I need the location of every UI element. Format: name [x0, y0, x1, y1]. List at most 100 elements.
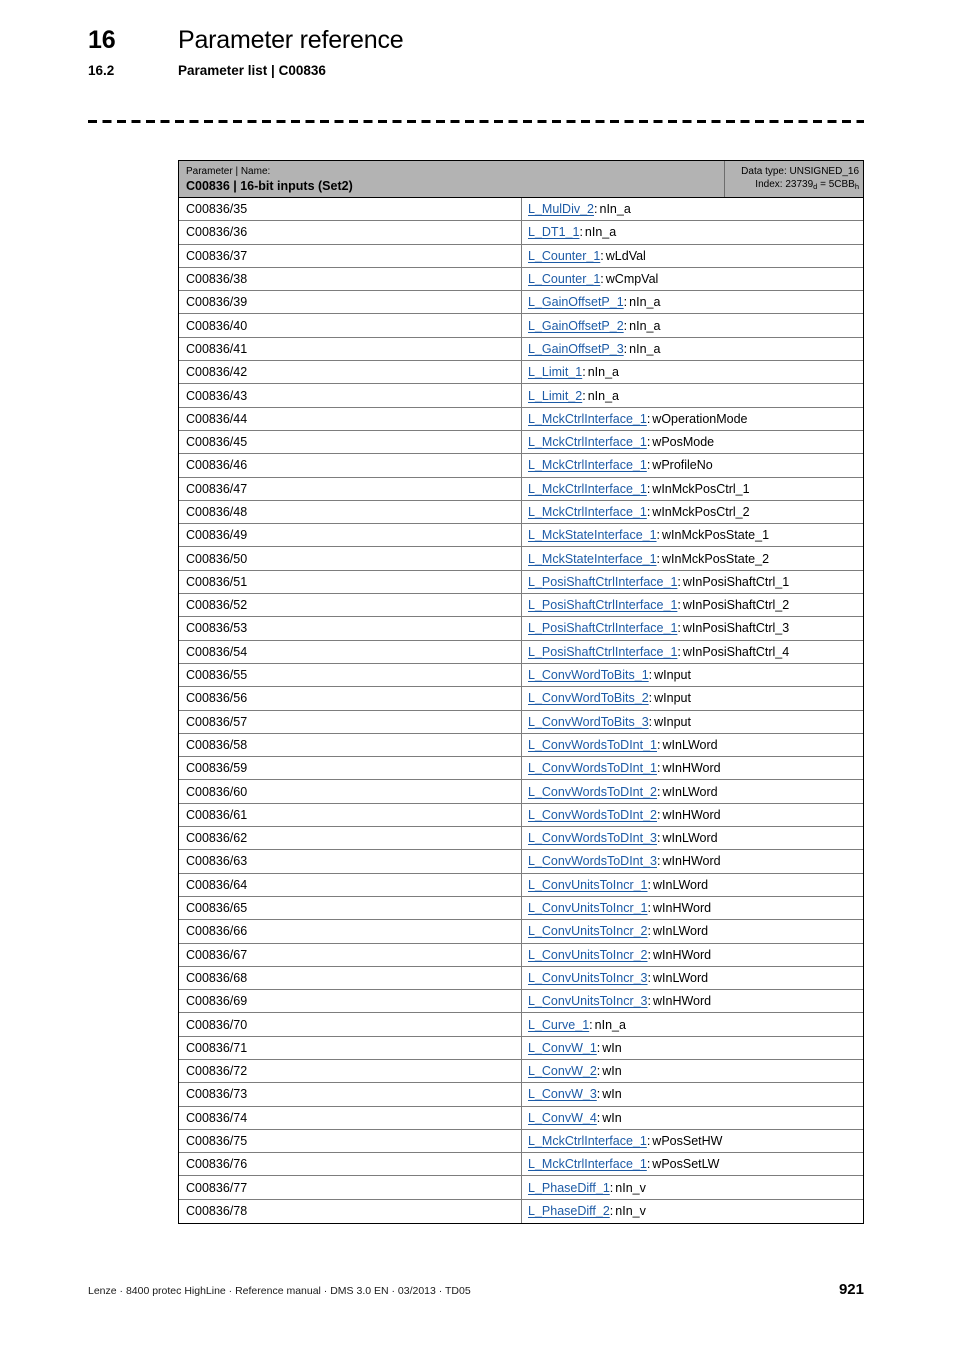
parameter-name-cell: L_MckCtrlInterface_1: wInMckPosCtrl_1	[522, 478, 863, 500]
table-row: C00836/72 L_ConvW_2: wIn	[179, 1059, 863, 1084]
port-name: wLdVal	[605, 248, 646, 263]
port-name: wInMckPosCtrl_1	[652, 481, 750, 496]
port-name: wPosSetLW	[652, 1157, 720, 1172]
parameter-name-cell: L_ConvUnitsToIncr_3: wInHWord	[522, 990, 863, 1012]
parameter-code-cell: C00836/70	[179, 1013, 522, 1036]
table-row: C00836/45 L_MckCtrlInterface_1: wPosMode	[179, 430, 863, 455]
function-block-link[interactable]: L_MckCtrlInterface_1	[528, 1134, 647, 1148]
table-header: Parameter | Name: C00836 | 16-bit inputs…	[179, 161, 863, 198]
function-block-link[interactable]: L_GainOffsetP_1	[528, 295, 624, 309]
function-block-link[interactable]: L_PosiShaftCtrlInterface_1	[528, 598, 677, 612]
function-block-link[interactable]: L_GainOffsetP_3	[528, 342, 624, 356]
parameter-code-cell: C00836/74	[179, 1106, 522, 1129]
function-block-link[interactable]: L_ConvWordsToDInt_1	[528, 761, 657, 775]
function-block-link[interactable]: L_PosiShaftCtrlInterface_1	[528, 575, 677, 589]
table-row: C00836/64 L_ConvUnitsToIncr_1: wInLWord	[179, 873, 863, 897]
function-block-link[interactable]: L_MckCtrlInterface_1	[528, 435, 647, 449]
table-row: C00836/56 L_ConvWordToBits_2: wInput	[179, 687, 863, 711]
function-block-link[interactable]: L_ConvWordsToDInt_2	[528, 785, 657, 799]
function-block-link[interactable]: L_ConvUnitsToIncr_2	[528, 948, 648, 962]
parameter-name-cell: L_MckCtrlInterface_1: wPosSetHW	[522, 1130, 863, 1152]
table-row: C00836/70 L_Curve_1: nIn_a	[179, 1013, 863, 1037]
function-block-link[interactable]: L_ConvWordToBits_3	[528, 715, 649, 729]
table-row: C00836/43 L_Limit_2: nIn_a	[179, 384, 863, 408]
function-block-link[interactable]: L_ConvWordsToDInt_3	[528, 831, 657, 845]
table-row: C00836/55 L_ConvWordToBits_1: wInput	[179, 663, 863, 688]
port-name: wInMckPosState_2	[662, 551, 770, 566]
port-name: wIn	[602, 1040, 622, 1055]
parameter-name-cell: L_ConvWordsToDInt_3: wInHWord	[522, 850, 863, 872]
port-name: wIn	[602, 1110, 622, 1125]
function-block-link[interactable]: L_ConvW_1	[528, 1041, 597, 1055]
function-block-link[interactable]: L_Limit_1	[528, 365, 582, 379]
parameter-code-cell: C00836/58	[179, 733, 522, 757]
parameter-table: Parameter | Name: C00836 | 16-bit inputs…	[178, 160, 864, 1225]
function-block-link[interactable]: L_ConvUnitsToIncr_1	[528, 878, 648, 892]
function-block-link[interactable]: L_MckCtrlInterface_1	[528, 505, 647, 519]
table-row: C00836/38 L_Counter_1: wCmpVal	[179, 267, 863, 292]
parameter-name-cell: L_PosiShaftCtrlInterface_1: wInPosiShaftC…	[522, 571, 863, 593]
parameter-code-cell: C00836/48	[179, 500, 522, 524]
port-name: wInput	[654, 691, 691, 706]
function-block-link[interactable]: L_ConvWordsToDInt_3	[528, 854, 657, 868]
parameter-name-cell: L_ConvWordToBits_1: wInput	[522, 664, 863, 686]
function-block-link[interactable]: L_ConvW_4	[528, 1111, 597, 1125]
parameter-code-cell: C00836/49	[179, 524, 522, 547]
parameter-code-cell: C00836/54	[179, 640, 522, 663]
function-block-link[interactable]: L_ConvWordToBits_2	[528, 691, 649, 705]
function-block-link[interactable]: L_ConvW_3	[528, 1087, 597, 1101]
parameter-name-cell: L_MckCtrlInterface_1: wPosSetLW	[522, 1153, 863, 1175]
parameter-code-cell: C00836/56	[179, 687, 522, 710]
function-block-link[interactable]: L_ConvW_2	[528, 1064, 597, 1078]
function-block-link[interactable]: L_MckCtrlInterface_1	[528, 1157, 647, 1171]
function-block-link[interactable]: L_PhaseDiff_2	[528, 1204, 610, 1218]
function-block-link[interactable]: L_Counter_1	[528, 272, 600, 286]
table-row: C00836/39 L_GainOffsetP_1: nIn_a	[179, 291, 863, 315]
parameter-name-cell: L_GainOffsetP_2: nIn_a	[522, 314, 863, 336]
function-block-link[interactable]: L_MckCtrlInterface_1	[528, 482, 647, 496]
parameter-code-cell: C00836/45	[179, 430, 522, 454]
function-block-link[interactable]: L_MckCtrlInterface_1	[528, 458, 647, 472]
port-name: wPosMode	[652, 435, 715, 450]
function-block-link[interactable]: L_ConvWordToBits_1	[528, 668, 649, 682]
function-block-link[interactable]: L_PosiShaftCtrlInterface_1	[528, 645, 677, 659]
table-row: C00836/68 L_ConvUnitsToIncr_3: wInLWord	[179, 966, 863, 991]
function-block-link[interactable]: L_MckCtrlInterface_1	[528, 412, 647, 426]
function-block-link[interactable]: L_Counter_1	[528, 249, 600, 263]
parameter-code-cell: C00836/68	[179, 966, 522, 990]
function-block-link[interactable]: L_Limit_2	[528, 389, 582, 403]
port-name: wInPosiShaftCtrl_2	[682, 598, 790, 613]
parameter-code-cell: C00836/51	[179, 570, 522, 594]
port-name: nIn_v	[615, 1180, 646, 1195]
function-block-link[interactable]: L_ConvUnitsToIncr_3	[528, 994, 648, 1008]
table-row: C00836/37 L_Counter_1: wLdVal	[179, 244, 863, 268]
table-row: C00836/44 L_MckCtrlInterface_1: wOperation…	[179, 407, 863, 431]
function-block-link[interactable]: L_MulDiv_2	[528, 202, 594, 216]
port-name: wInLWord	[662, 831, 718, 846]
function-block-link[interactable]: L_PosiShaftCtrlInterface_1	[528, 621, 677, 635]
port-name: wInHWord	[653, 947, 712, 962]
function-block-link[interactable]: L_ConvUnitsToIncr_3	[528, 971, 648, 985]
parameter-code-cell: C00836/62	[179, 827, 522, 850]
function-block-link[interactable]: L_MckStateInterface_1	[528, 528, 657, 542]
function-block-link[interactable]: L_ConvWordsToDInt_1	[528, 738, 657, 752]
port-name: wInHWord	[653, 901, 712, 916]
function-block-link[interactable]: L_GainOffsetP_2	[528, 319, 624, 333]
function-block-link[interactable]: L_Curve_1	[528, 1018, 589, 1032]
parameter-code-cell: C00836/61	[179, 803, 522, 827]
function-block-link[interactable]: L_DT1_1	[528, 225, 579, 239]
table-row: C00836/74 L_ConvW_4: wIn	[179, 1106, 863, 1130]
function-block-link[interactable]: L_ConvUnitsToIncr_1	[528, 901, 648, 915]
parameter-code-cell: C00836/69	[179, 990, 522, 1013]
function-block-link[interactable]: L_MckStateInterface_1	[528, 552, 657, 566]
parameter-name-cell: L_GainOffsetP_3: nIn_a	[522, 338, 863, 360]
table-row: C00836/35 L_MulDiv_2: nIn_a	[179, 198, 863, 222]
table-row: C00836/40 L_GainOffsetP_2: nIn_a	[179, 314, 863, 338]
table-row: C00836/59 L_ConvWordsToDInt_1: wInHWord	[179, 757, 863, 781]
chapter-title: Parameter reference	[178, 26, 404, 54]
function-block-link[interactable]: L_ConvUnitsToIncr_2	[528, 924, 648, 938]
function-block-link[interactable]: L_ConvWordsToDInt_2	[528, 808, 657, 822]
function-block-link[interactable]: L_PhaseDiff_1	[528, 1181, 610, 1195]
parameter-code-cell: C00836/65	[179, 896, 522, 920]
chapter-heading: 16 Parameter reference	[88, 26, 404, 55]
